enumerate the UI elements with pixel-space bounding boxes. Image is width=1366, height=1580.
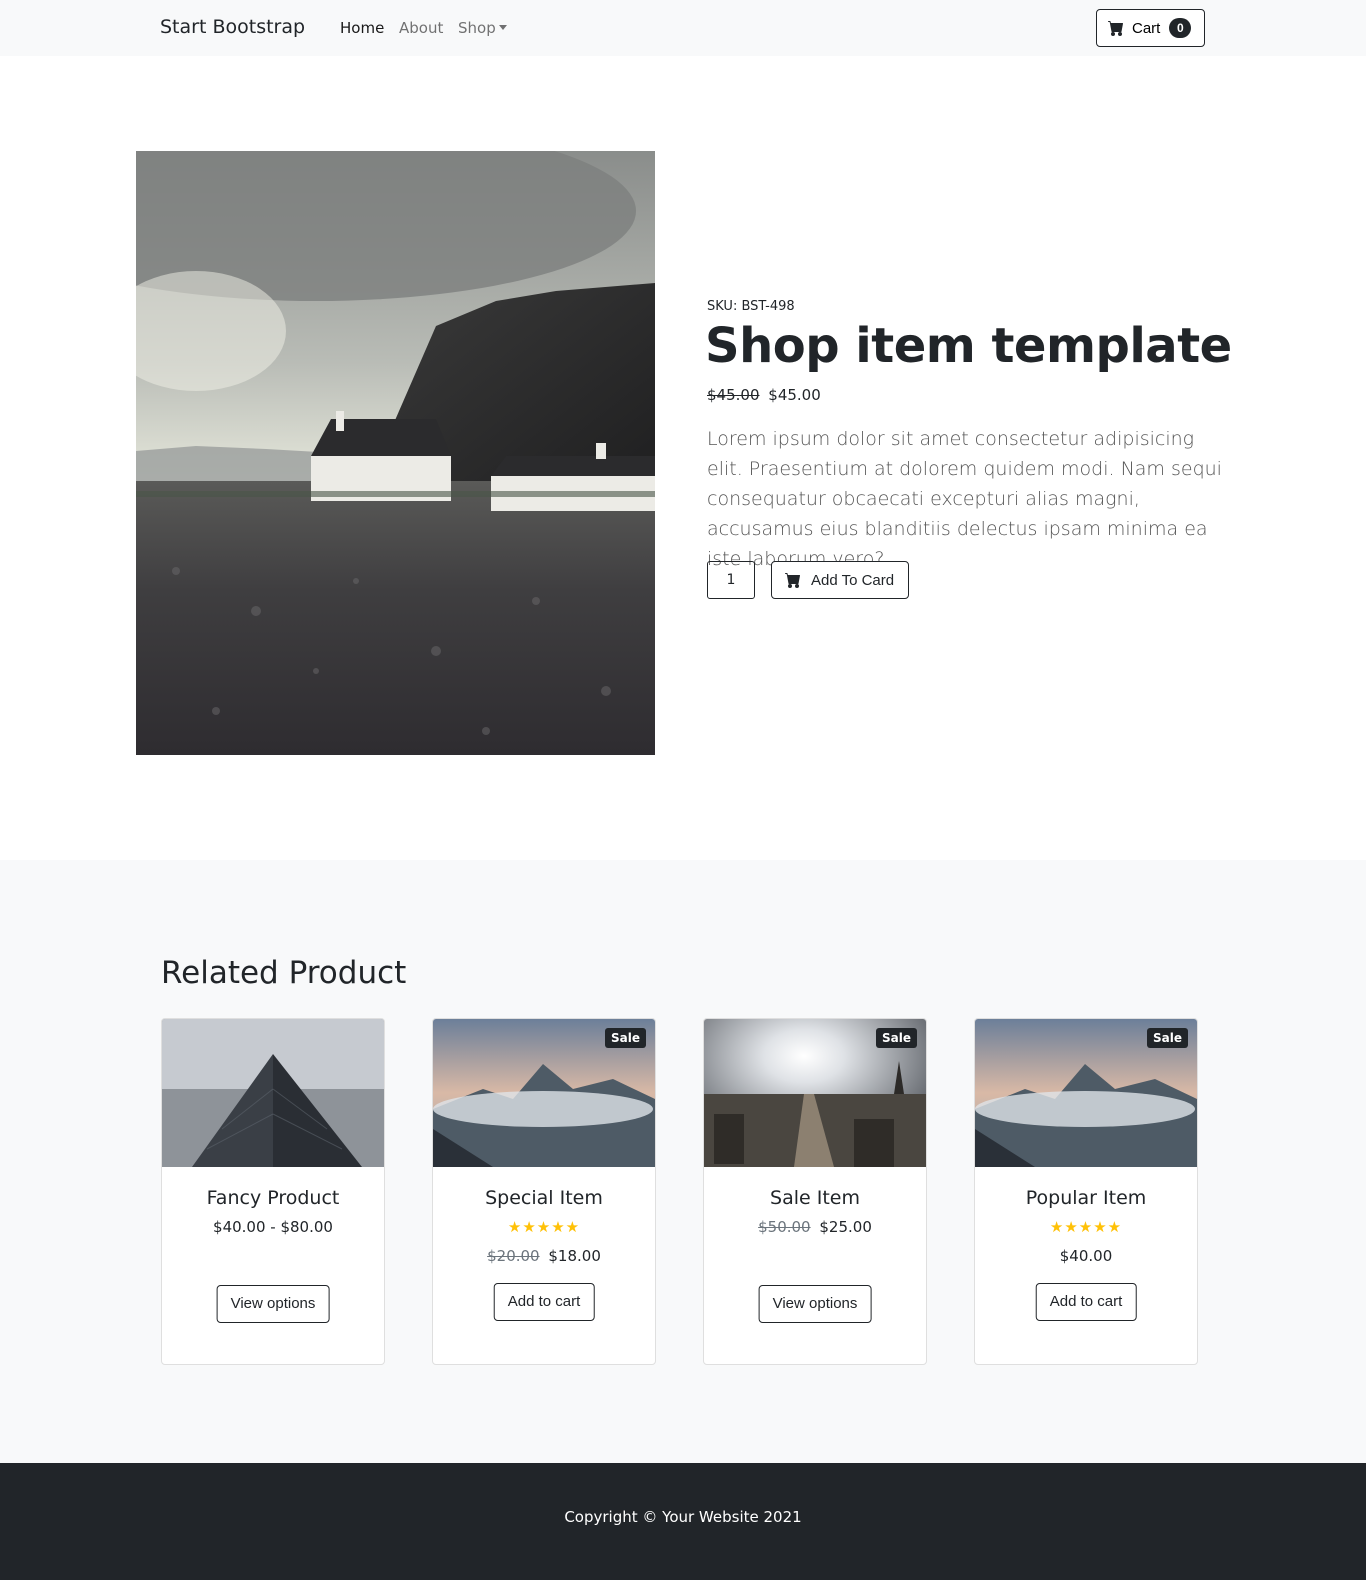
product-price: $20.00 $18.00 <box>433 1247 655 1265</box>
product-name: Sale Item <box>770 1187 860 1209</box>
nav-shop-dropdown[interactable]: Shop <box>458 19 507 37</box>
nav-home[interactable]: Home <box>340 19 384 37</box>
product-thumbnail <box>162 1019 384 1167</box>
product-price: $40.00 <box>1059 1247 1113 1265</box>
cart-button[interactable]: Cart 0 <box>1096 9 1205 47</box>
related-title: Related Product <box>161 955 407 991</box>
add-to-cart-label: Add To Card <box>811 571 895 589</box>
related-products-section: Related Product Fancy Product $40.00 - $… <box>0 860 1366 1463</box>
product-current-price: $18.00 <box>548 1247 601 1265</box>
product-card-fancy: Fancy Product $40.00 - $80.00 View optio… <box>161 1018 385 1365</box>
product-image <box>136 151 655 755</box>
sale-badge: Sale <box>876 1028 917 1048</box>
nav-shop-label: Shop <box>458 19 496 37</box>
copyright-text: Copyright © Your Website 2021 <box>564 1508 802 1526</box>
sale-badge: Sale <box>605 1028 646 1048</box>
cart-icon <box>1108 21 1123 36</box>
product-price: $45.00 $45.00 <box>707 386 821 404</box>
product-card-sale: Sale Sale Item $50.00 $25.00 View option… <box>703 1018 927 1365</box>
product-old-price: $20.00 <box>487 1247 540 1265</box>
view-options-button[interactable]: View options <box>758 1285 872 1323</box>
product-card-special: Sale Special Item ★★★★★ $20.00 $18.00 Ad… <box>432 1018 656 1365</box>
product-price: $50.00 $25.00 <box>704 1218 926 1236</box>
cart-count-badge: 0 <box>1169 18 1192 38</box>
product-current-price: $45.00 <box>768 386 821 404</box>
view-options-button[interactable]: View options <box>216 1285 330 1323</box>
product-name: Special Item <box>485 1187 603 1209</box>
product-card-popular: Sale Popular Item ★★★★★ $40.00 Add to ca… <box>974 1018 1198 1365</box>
sale-badge: Sale <box>1147 1028 1188 1048</box>
cart-label: Cart <box>1132 19 1161 37</box>
add-to-cart-button[interactable]: Add To Card <box>771 561 909 599</box>
quantity-input[interactable]: 1 <box>707 561 755 599</box>
product-name: Popular Item <box>1025 1187 1147 1209</box>
product-title: Shop item template <box>705 318 1232 374</box>
footer: Copyright © Your Website 2021 <box>0 1463 1366 1580</box>
navbar: Start Bootstrap Home About Shop Cart 0 <box>0 0 1366 56</box>
chevron-down-icon <box>498 25 507 30</box>
nav-about[interactable]: About <box>399 19 443 37</box>
brand-logo[interactable]: Start Bootstrap <box>160 16 305 38</box>
product-old-price: $45.00 <box>707 386 760 404</box>
rating-stars-icon: ★★★★★ <box>1049 1218 1123 1236</box>
product-description: Lorem ipsum dolor sit amet consectetur a… <box>707 428 1222 570</box>
product-sku: SKU: BST-498 <box>707 299 795 314</box>
cart-icon <box>785 573 800 588</box>
add-to-cart-button[interactable]: Add to cart <box>1035 1283 1137 1321</box>
add-to-cart-button[interactable]: Add to cart <box>493 1283 595 1321</box>
product-old-price: $50.00 <box>758 1218 811 1236</box>
product-price: $40.00 - $80.00 <box>213 1218 333 1236</box>
product-name: Fancy Product <box>206 1187 340 1209</box>
rating-stars-icon: ★★★★★ <box>507 1218 581 1236</box>
product-current-price: $25.00 <box>819 1218 872 1236</box>
